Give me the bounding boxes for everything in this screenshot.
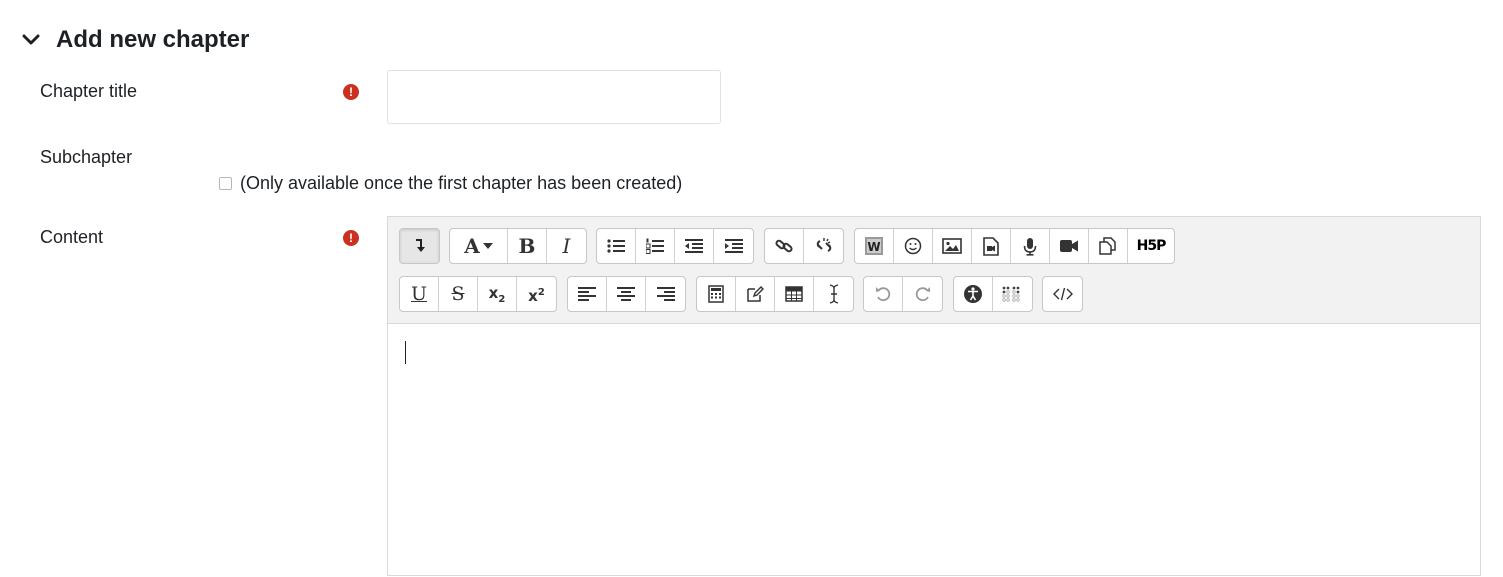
h5p-icon: H5P <box>1136 238 1167 254</box>
braille-icon <box>1001 286 1024 302</box>
align-center-button[interactable] <box>607 277 646 311</box>
required-icon: ! <box>343 230 359 246</box>
subchapter-checkbox[interactable] <box>219 177 232 190</box>
table-button[interactable] <box>775 277 814 311</box>
unlink-button[interactable] <box>804 229 843 263</box>
toolbar-group-align <box>567 276 686 312</box>
subchapter-note: (Only available once the first chapter h… <box>240 173 683 193</box>
indent-icon <box>724 239 743 253</box>
redo-button[interactable] <box>903 277 942 311</box>
record-audio-icon <box>1023 237 1037 256</box>
subchapter-row: (Only available once the first chapter h… <box>219 173 682 194</box>
cursor-button[interactable] <box>814 277 853 311</box>
redo-icon <box>915 286 931 302</box>
html-source-icon <box>1052 287 1073 301</box>
manage-files-button[interactable] <box>1089 229 1128 263</box>
emoji-icon <box>904 237 922 255</box>
font-style-button[interactable]: A <box>450 229 508 263</box>
subscript-button[interactable]: x2 <box>478 277 517 311</box>
word-paste-button[interactable]: W <box>855 229 894 263</box>
image-icon <box>942 238 962 254</box>
media-button[interactable] <box>972 229 1011 263</box>
subchapter-label: Subchapter <box>40 147 133 167</box>
collapse-button[interactable] <box>400 229 439 263</box>
section-header[interactable]: Add new chapter <box>20 26 249 54</box>
unlink-icon <box>815 237 833 255</box>
manage-files-icon <box>1098 237 1118 255</box>
editor-content-area[interactable] <box>388 324 1480 577</box>
accessibility-checker-icon <box>963 284 983 304</box>
underline-icon: U <box>410 283 427 305</box>
toolbar-group-accessibility <box>953 276 1033 312</box>
strikethrough-button[interactable]: S <box>439 277 478 311</box>
chapter-title-input[interactable] <box>387 70 721 124</box>
word-paste-icon: W <box>864 236 884 256</box>
superscript-icon: x2 <box>528 287 545 305</box>
outdent-button[interactable] <box>675 229 714 263</box>
undo-icon <box>875 286 891 302</box>
record-video-button[interactable] <box>1050 229 1089 263</box>
underline-button[interactable]: U <box>400 277 439 311</box>
toolbar-group-source <box>1042 276 1083 312</box>
align-center-icon <box>617 287 635 301</box>
toolbar-group-style: A B I <box>449 228 587 264</box>
svg-text:W: W <box>867 240 880 254</box>
font-style-icon: A <box>464 234 493 258</box>
content-editor: A B I W H5P U S x2 x2 <box>387 216 1481 576</box>
toolbar-group-format: U S x2 x2 <box>399 276 557 312</box>
align-left-button[interactable] <box>568 277 607 311</box>
bold-icon: B <box>518 234 536 258</box>
undo-button[interactable] <box>864 277 903 311</box>
toolbar-group-links <box>764 228 844 264</box>
image-button[interactable] <box>933 229 972 263</box>
calculator-button[interactable] <box>697 277 736 311</box>
edit-equation-button[interactable] <box>736 277 775 311</box>
record-video-icon <box>1059 239 1079 253</box>
record-audio-button[interactable] <box>1011 229 1050 263</box>
content-label: Content <box>40 227 104 247</box>
subscript-icon: x2 <box>488 283 506 305</box>
toolbar-group-insert: W H5P <box>854 228 1175 264</box>
emoji-button[interactable] <box>894 229 933 263</box>
link-icon <box>775 237 793 255</box>
braille-button[interactable] <box>993 277 1032 311</box>
chevron-down-icon[interactable] <box>20 29 42 51</box>
media-icon <box>983 236 999 256</box>
collapse-icon <box>413 238 427 254</box>
italic-button[interactable]: I <box>547 229 586 263</box>
link-button[interactable] <box>765 229 804 263</box>
superscript-button[interactable]: x2 <box>517 277 556 311</box>
bold-button[interactable]: B <box>508 229 547 263</box>
unordered-list-button[interactable] <box>597 229 636 263</box>
accessibility-checker-button[interactable] <box>954 277 993 311</box>
toolbar-group-lists <box>596 228 754 264</box>
toolbar-group-collapse <box>399 228 440 264</box>
ordered-list-button[interactable] <box>636 229 675 263</box>
indent-button[interactable] <box>714 229 753 263</box>
calculator-icon <box>708 285 724 303</box>
unordered-list-icon <box>607 239 625 253</box>
outdent-icon <box>685 239 703 253</box>
toolbar-group-tools <box>696 276 854 312</box>
section-title: Add new chapter <box>56 26 250 53</box>
align-left-icon <box>578 287 596 301</box>
italic-icon: I <box>562 234 571 258</box>
align-right-icon <box>656 287 675 301</box>
chapter-title-label: Chapter title <box>40 81 138 101</box>
align-right-button[interactable] <box>646 277 685 311</box>
text-caret <box>405 341 406 364</box>
html-source-button[interactable] <box>1043 277 1082 311</box>
editor-toolbar: A B I W H5P U S x2 x2 <box>388 217 1480 324</box>
toolbar-group-history <box>863 276 943 312</box>
ordered-list-icon <box>646 238 664 254</box>
h5p-button[interactable]: H5P <box>1128 229 1174 263</box>
cursor-icon <box>828 284 840 304</box>
required-icon: ! <box>343 84 359 100</box>
table-icon <box>785 286 803 302</box>
edit-equation-icon <box>746 285 764 303</box>
strikethrough-icon: S <box>451 283 465 305</box>
